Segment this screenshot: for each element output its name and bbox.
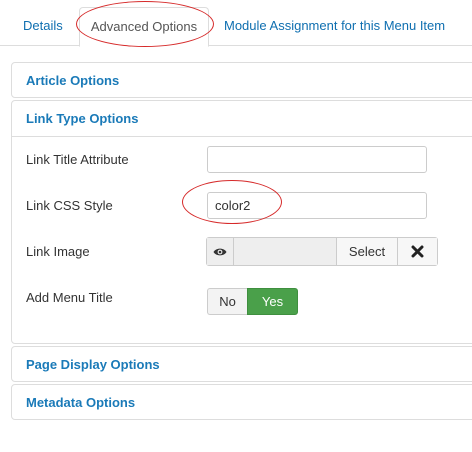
- add-menu-title-label: Add Menu Title: [26, 290, 113, 305]
- add-menu-title-toggle: No Yes: [207, 288, 298, 315]
- tab-advanced-options[interactable]: Advanced Options: [79, 7, 209, 47]
- panel-page-display-options: Page Display Options: [11, 346, 472, 382]
- link-image-field: Select: [206, 237, 438, 266]
- close-icon[interactable]: [397, 238, 437, 265]
- menu-title-yes-button[interactable]: Yes: [247, 288, 298, 315]
- panel-metadata-options: Metadata Options: [11, 384, 472, 420]
- eye-icon[interactable]: [207, 238, 234, 265]
- link-image-path: [234, 238, 336, 265]
- link-title-attribute-input[interactable]: [207, 146, 427, 173]
- link-css-style-label: Link CSS Style: [26, 198, 113, 213]
- link-image-select-button[interactable]: Select: [336, 238, 397, 265]
- tab-module-assignment[interactable]: Module Assignment for this Menu Item: [214, 7, 455, 47]
- tab-details[interactable]: Details: [13, 7, 73, 47]
- link-css-style-input[interactable]: [207, 192, 427, 219]
- link-title-attribute-label: Link Title Attribute: [26, 152, 129, 167]
- panel-header-article-options[interactable]: Article Options: [12, 63, 472, 99]
- panel-link-type-options: Link Type Options Link Title Attribute L…: [11, 100, 472, 344]
- menu-title-no-button[interactable]: No: [207, 288, 247, 315]
- panel-header-page-display-options[interactable]: Page Display Options: [12, 347, 472, 383]
- link-image-label: Link Image: [26, 244, 90, 259]
- panel-header-metadata-options[interactable]: Metadata Options: [12, 385, 472, 421]
- panel-header-link-type-options[interactable]: Link Type Options: [12, 101, 472, 137]
- tab-bar: Details Advanced Options Module Assignme…: [0, 0, 472, 47]
- panel-article-options: Article Options: [11, 62, 472, 98]
